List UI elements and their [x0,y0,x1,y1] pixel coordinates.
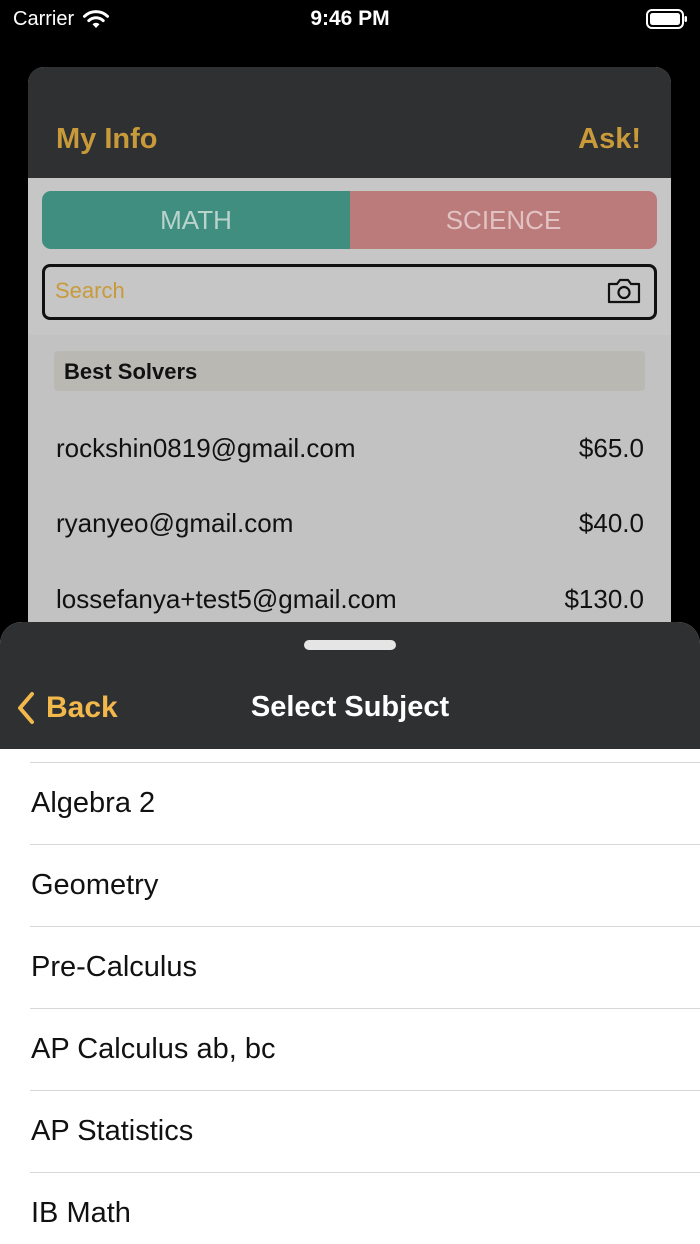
background-screen-card: My Info Ask! MATH SCIENCE Best Solvers r… [28,67,671,707]
solver-row[interactable]: rockshin0819@gmail.com $65.0 [56,428,644,468]
segment-science[interactable]: SCIENCE [350,191,657,249]
sheet-grabber-handle[interactable] [304,640,396,650]
search-input[interactable] [55,275,595,307]
subject-label: Geometry [31,869,159,901]
solver-row[interactable]: ryanyeo@gmail.com $40.0 [56,503,644,543]
my-info-button[interactable]: My Info [56,123,158,156]
solver-email: ryanyeo@gmail.com [56,507,294,538]
subject-row-geometry[interactable]: Geometry [0,845,700,927]
subject-label: Pre-Calculus [31,951,197,983]
sheet-navigation-bar: Back Select Subject [0,622,700,749]
subject-row-algebra-2[interactable]: Algebra 2 [0,763,700,845]
subject-row-ap-statistics[interactable]: AP Statistics [0,1091,700,1173]
subject-row-ap-calculus[interactable]: AP Calculus ab, bc [0,1009,700,1091]
subject-row-ib-math[interactable]: IB Math [0,1173,700,1244]
subject-list: Algebra 2 Geometry Pre-Calculus AP Calcu… [0,749,700,1244]
subject-row-pre-calculus[interactable]: Pre-Calculus [0,927,700,1009]
status-time: 9:46 PM [310,7,390,30]
sheet-title: Select Subject [250,691,450,723]
subject-label: AP Calculus ab, bc [31,1033,276,1065]
subject-label: IB Math [31,1197,131,1229]
section-header: Best Solvers [54,351,645,391]
status-bar: Carrier 9:46 PM [0,0,700,40]
solver-email: rockshin0819@gmail.com [56,432,356,463]
search-box [42,264,657,320]
solver-amount: $65.0 [578,432,644,463]
select-subject-sheet: Back Select Subject Algebra 2 Geometry P… [0,622,700,1244]
solver-row[interactable]: lossefanya+test5@gmail.com $130.0 [56,579,644,619]
ask-button[interactable]: Ask! [578,123,641,156]
solver-amount: $40.0 [578,507,644,538]
background-header: My Info Ask! [28,67,671,178]
camera-icon[interactable] [606,277,642,305]
subject-label: AP Statistics [31,1115,194,1147]
solver-email: lossefanya+test5@gmail.com [56,583,397,614]
battery-icon [646,9,687,29]
subject-segmented-control: MATH SCIENCE [42,191,657,249]
section-title: Best Solvers [64,359,198,384]
subject-label: Algebra 2 [31,787,156,819]
segment-math[interactable]: MATH [42,191,350,249]
solver-amount: $130.0 [564,583,644,614]
